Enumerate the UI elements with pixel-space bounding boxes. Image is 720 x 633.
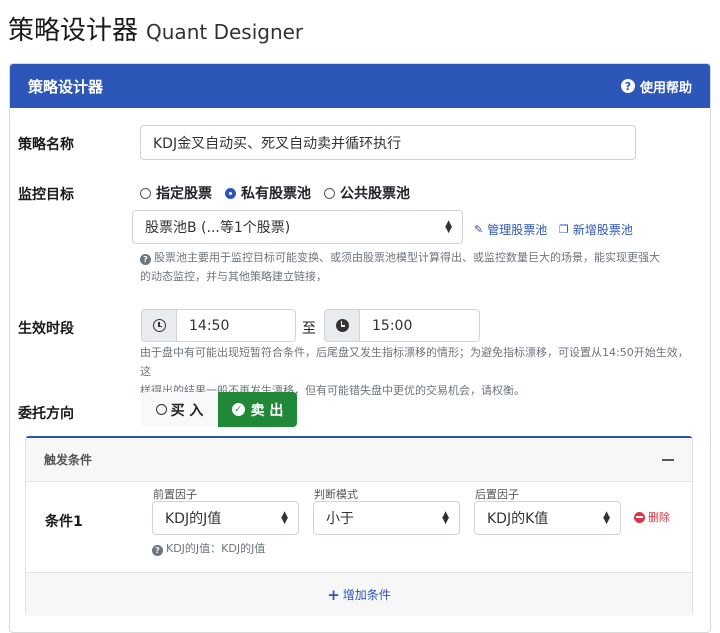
sell-button[interactable]: ✓ 卖 出	[218, 392, 297, 427]
monitor-target-label: 监控目标	[18, 187, 74, 203]
manage-pool-link[interactable]: ✎ 管理股票池	[474, 221, 547, 238]
clock-icon	[141, 309, 177, 342]
delete-condition-button[interactable]: 删除	[634, 509, 670, 525]
trigger-title: 触发条件	[44, 453, 93, 467]
check-circle-icon: ✓	[231, 403, 245, 416]
page-title-en: Quant Designer	[146, 20, 304, 44]
monitor-hint-line1: 股票池主要用于监控目标可能变换、或须由股票池模型计算得出、或监控数量巨大的场景，…	[154, 251, 660, 264]
direction-label: 委托方向	[18, 406, 74, 422]
buy-button[interactable]: 买 入	[141, 392, 218, 427]
page-title-cn: 策略设计器	[8, 16, 139, 46]
select-caret-icon: ▲ ▼	[442, 510, 449, 526]
start-time-input[interactable]: 14:50	[177, 309, 296, 342]
card-title: 策略设计器	[28, 77, 104, 96]
radio-dot	[140, 187, 151, 199]
radio-label: 指定股票	[156, 186, 212, 202]
question-circle-icon: ?	[152, 545, 163, 556]
mode-value: 小于	[326, 511, 354, 527]
mode-col-label: 判断模式	[314, 488, 358, 501]
sell-label: 卖 出	[250, 402, 284, 419]
end-time-input[interactable]: 15:00	[360, 309, 480, 342]
end-time-group: 15:00	[324, 309, 480, 342]
question-circle-icon: ?	[620, 79, 635, 93]
radio-private-pool[interactable]: 私有股票池	[225, 183, 311, 203]
question-circle-icon: ?	[140, 254, 151, 265]
edit-icon: ✎	[474, 223, 484, 236]
radio-label: 公共股票池	[340, 186, 410, 202]
page-title: 策略设计器 Quant Designer	[8, 10, 303, 46]
buy-label: 买 入	[170, 402, 204, 419]
radio-dot	[324, 187, 335, 199]
start-time-group: 14:50	[141, 309, 296, 342]
strategy-name-label: 策略名称	[18, 137, 74, 153]
monitor-hint-line2: 的动态监控，并与其他策略建立链接，	[140, 270, 327, 283]
front-factor-value: KDJ的J值	[165, 511, 222, 527]
help-label: 使用帮助	[639, 80, 692, 96]
effective-time-label: 生效时段	[18, 321, 74, 337]
plus-icon: +	[327, 585, 340, 604]
back-factor-select[interactable]: KDJ的K值 ▲ ▼	[474, 501, 621, 535]
monitor-target-radio-group: 指定股票 私有股票池 公共股票池	[140, 183, 423, 203]
select-caret-icon: ▲ ▼	[281, 510, 288, 526]
front-factor-select[interactable]: KDJ的J值 ▲ ▼	[152, 501, 299, 535]
delete-label: 删除	[648, 511, 670, 524]
radio-dot-checked	[225, 187, 236, 199]
radio-public-pool[interactable]: 公共股票池	[324, 183, 410, 203]
clock-icon	[324, 309, 360, 342]
back-factor-col-label: 后置因子	[475, 488, 519, 501]
collapse-minus-icon[interactable]	[662, 458, 674, 461]
select-caret-icon: ▲ ▼	[603, 510, 610, 526]
card-header: 策略设计器 ? 使用帮助	[10, 64, 710, 108]
radio-label: 私有股票池	[241, 186, 311, 202]
mode-select[interactable]: 小于 ▲ ▼	[313, 501, 460, 535]
trigger-footer: + 增加条件	[26, 572, 692, 616]
stock-pool-select-value: 股票池B (...等1个股票)	[145, 220, 291, 236]
condition-hint-text: KDJ的J值：KDJ的J值	[166, 542, 266, 555]
time-separator: 至	[302, 321, 316, 337]
back-factor-value: KDJ的K值	[487, 511, 549, 527]
trigger-header: 触发条件	[26, 438, 692, 482]
manage-pool-label: 管理股票池	[487, 223, 548, 237]
radio-specified-stock[interactable]: 指定股票	[140, 183, 212, 203]
copy-icon: ❐	[559, 223, 569, 236]
minus-circle-icon	[634, 511, 645, 523]
new-pool-label: 新增股票池	[572, 223, 633, 237]
select-caret-icon: ▲ ▼	[445, 219, 452, 235]
circle-icon	[155, 404, 167, 415]
stock-pool-select[interactable]: 股票池B (...等1个股票) ▲ ▼	[132, 210, 463, 244]
new-pool-link[interactable]: ❐ 新增股票池	[559, 221, 633, 238]
add-condition-label: 增加条件	[342, 588, 391, 602]
help-button[interactable]: ? 使用帮助	[620, 77, 692, 96]
effective-time-hint-line1: 由于盘中有可能出现短暂符合条件，后尾盘又发生指标漂移的情形；为避免指标漂移，可设…	[140, 346, 689, 378]
condition-name: 条件1	[45, 514, 83, 530]
monitor-hint: ? 股票池主要用于监控目标可能变换、或须由股票池模型计算得出、或监控数量巨大的场景…	[140, 248, 696, 286]
condition-hint: ? KDJ的J值：KDJ的J值	[152, 539, 265, 558]
add-condition-button[interactable]: + 增加条件	[327, 586, 391, 604]
strategy-name-input[interactable]: KDJ金叉自动买、死叉自动卖并循环执行	[140, 125, 636, 160]
front-factor-col-label: 前置因子	[153, 488, 197, 501]
